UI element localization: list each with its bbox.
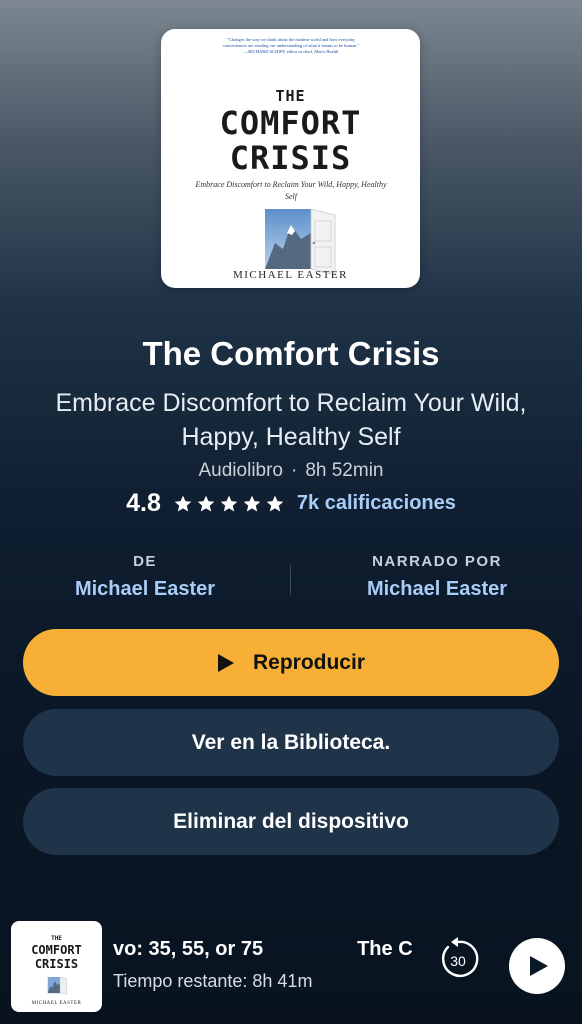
remove-from-device-button[interactable]: Eliminar del dispositivo: [23, 788, 559, 855]
rewind-seconds-label: 30: [450, 953, 466, 969]
book-meta: Audiolibro · 8h 52min: [0, 460, 582, 482]
mini-player-scrolling-title: vo: 35, 55, or 75 The C: [113, 938, 413, 961]
play-button[interactable]: Reproducir: [23, 629, 559, 696]
view-in-library-button[interactable]: Ver en la Biblioteca.: [23, 709, 559, 776]
cover-author: MICHAEL EASTER: [232, 269, 348, 281]
star-icon: [243, 495, 261, 511]
scroll-text-1: vo: 35, 55, or 75: [113, 938, 264, 960]
mini-cover-title-the: THE: [51, 935, 62, 942]
cover-title-the: THE: [275, 87, 306, 105]
book-title: The Comfort Crisis: [142, 335, 440, 372]
narrator-credit: NARRADO POR Michael Easter: [292, 553, 582, 601]
rating-value: 4.8: [126, 489, 161, 517]
ratings-count-link[interactable]: 7k calificaciones: [297, 492, 456, 515]
mini-cover-title-line1: COMFORT: [31, 943, 82, 957]
meta-separator: ·: [291, 460, 298, 481]
narrator-link[interactable]: Michael Easter: [292, 578, 582, 601]
mini-player-info[interactable]: vo: 35, 55, or 75 The C Tiempo restante: …: [113, 938, 413, 1008]
credits: DE Michael Easter NARRADO POR Michael Ea…: [0, 553, 582, 613]
book-cover[interactable]: "Changes the way we think about the mode…: [161, 29, 420, 288]
mini-player-cover[interactable]: THE COMFORT CRISIS MICHAEL EASTER: [11, 921, 102, 1012]
cover-subtitle: Embrace Discomfort to Reclaim Your Wild,…: [195, 180, 387, 201]
play-button-label: Reproducir: [252, 650, 365, 674]
scroll-text-2: The C: [357, 938, 413, 960]
cover-blurb: "Changes the way we think about the mode…: [222, 37, 360, 54]
credits-divider: [290, 565, 291, 595]
author-link[interactable]: Michael Easter: [0, 578, 290, 601]
star-icon: [220, 495, 238, 511]
mini-player[interactable]: THE COMFORT CRISIS MICHAEL EASTER vo: 35…: [0, 905, 582, 1024]
time-remaining: Tiempo restante: 8h 41m: [113, 971, 313, 991]
mini-door-illustration: [47, 977, 67, 996]
book-format: Audiolibro: [198, 460, 284, 481]
star-icon: [266, 495, 284, 511]
play-icon: [217, 653, 234, 672]
mini-play-button[interactable]: [509, 938, 565, 994]
cover-title-line2: CRISIS: [229, 139, 352, 177]
book-duration: 8h 52min: [305, 460, 384, 481]
cover-title-line1: COMFORT: [219, 104, 362, 142]
author-credit: DE Michael Easter: [0, 553, 290, 601]
play-circle-icon: [530, 956, 548, 976]
rating-row: 4.8 7k calificaciones: [0, 489, 582, 518]
remove-button-label: Eliminar del dispositivo: [173, 809, 409, 833]
author-label: DE: [133, 553, 157, 570]
book-subtitle: Embrace Discomfort to Reclaim Your Wild,…: [55, 389, 527, 451]
narrator-label: NARRADO POR: [372, 553, 502, 570]
star-icon: [197, 495, 215, 511]
star-rating: [173, 494, 285, 514]
mini-cover-author: MICHAEL EASTER: [31, 1001, 82, 1006]
star-icon: [174, 495, 192, 511]
mini-cover-title-line2: CRISIS: [34, 957, 79, 971]
library-button-label: Ver en la Biblioteca.: [191, 730, 391, 754]
